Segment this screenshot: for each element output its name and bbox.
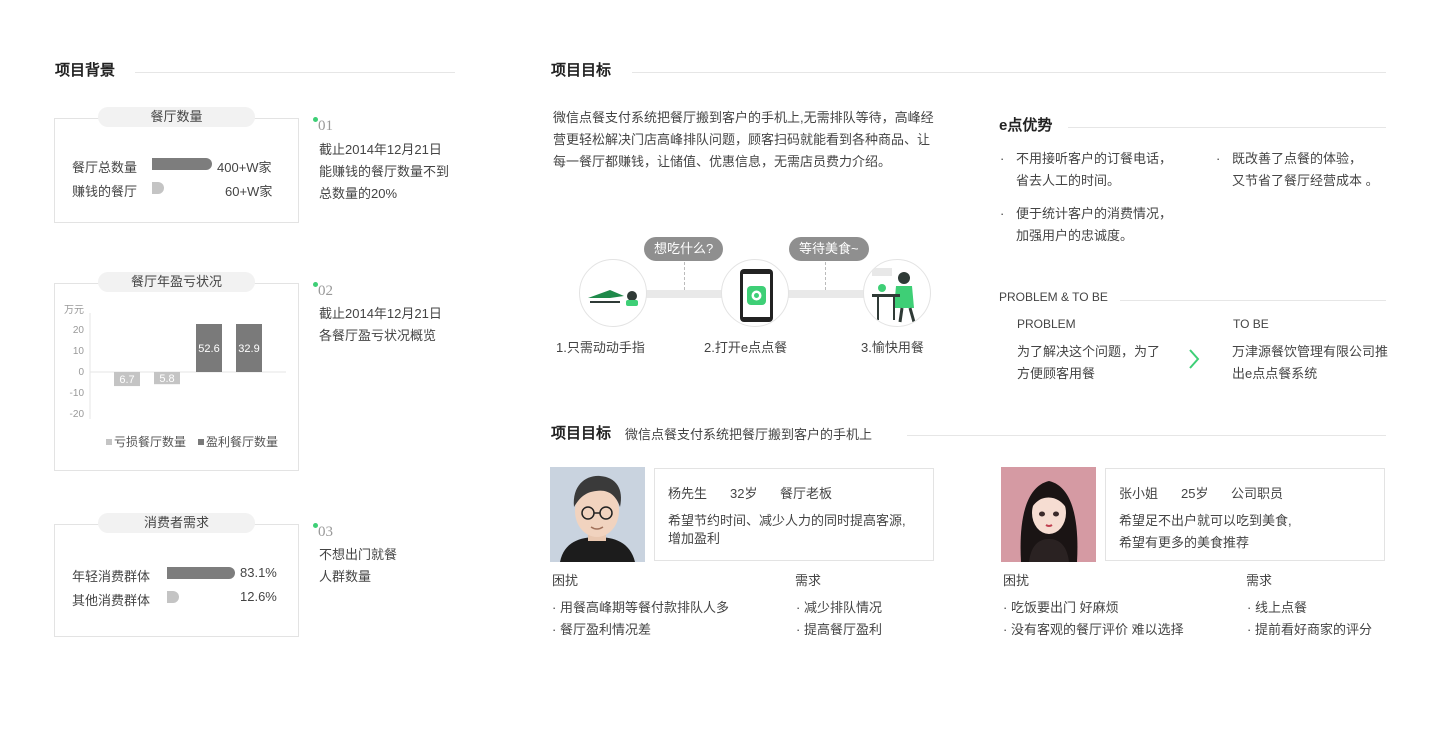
speech-bubble: 想吃什么? — [644, 237, 724, 261]
dashed-connector — [825, 262, 826, 290]
advantage-item: · 不用接听客户的订餐电话， 省去人工的时间。 — [1000, 151, 1173, 188]
problem-tobe-heading: PROBLEM & TO BE — [999, 290, 1108, 304]
y-tick-label: 0 — [78, 367, 84, 378]
bar-data-label: 52.6 — [198, 343, 219, 355]
profit-loss-chart: 万元 20 10 0 -10 -20 6.7 5.8 52.6 32.9 亏损餐厅数量 盈利餐厅数量 — [64, 305, 286, 449]
problem-text: 为了解决这个问题，为了方便顾客用餐 — [1017, 344, 1161, 381]
row-label: 餐厅总数量 — [72, 160, 138, 175]
step-label: 2.打开e点点餐 — [704, 340, 788, 355]
advantage-item: · 便于统计客户的消费情况， 加强用户的忠诚度。 — [1000, 206, 1173, 243]
dining-person-illustration — [863, 259, 931, 327]
persona-desc: 增加盈利 — [668, 531, 721, 546]
note-line: 能赚钱的餐厅数量不到 — [319, 164, 450, 179]
phone-illustration — [721, 259, 789, 327]
note-line: 截止2014年12月21日 — [319, 142, 442, 157]
other-consumer-bar — [167, 591, 179, 603]
advantage-title: e点优势 — [999, 117, 1053, 134]
profitable-restaurant-bar — [152, 182, 164, 194]
need-label: 需求 — [795, 573, 822, 588]
persona-desc: 希望足不出户就可以吃到美食, — [1119, 513, 1292, 528]
persona-job: 餐厅老板 — [780, 486, 833, 501]
advantage-item: · 既改善了点餐的体验， 又节省了餐厅经营成本 。 — [1216, 151, 1379, 188]
note-line: 人群数量 — [319, 569, 372, 584]
step-label: 1.只需动动手指 — [556, 340, 645, 355]
y-tick-label: 20 — [73, 325, 85, 336]
need-item: · 减少排队情况 — [796, 600, 882, 615]
step-label: 3.愉快用餐 — [861, 340, 924, 355]
young-consumer-bar — [167, 567, 235, 579]
persona-name: 杨先生 — [668, 486, 708, 501]
y-axis-label: 万元 — [64, 305, 84, 316]
need-item: · 线上点餐 — [1247, 600, 1307, 615]
bar-data-label: 5.8 — [159, 373, 174, 385]
row-value: 60+W家 — [225, 184, 273, 199]
background-title: 项目背景 — [55, 62, 116, 79]
divider — [1068, 127, 1386, 128]
legend-swatch — [198, 439, 204, 445]
step-number: 02 — [318, 283, 333, 299]
row-label: 赚钱的餐厅 — [72, 184, 138, 199]
step-number: 03 — [318, 524, 333, 540]
legend-label: 亏损餐厅数量 — [114, 434, 186, 449]
lying-person-illustration — [579, 259, 647, 327]
divider — [1120, 300, 1386, 301]
divider — [135, 72, 455, 73]
y-tick-label: -10 — [70, 388, 85, 399]
row-value: 83.1% — [240, 565, 277, 580]
persona-age: 25岁 — [1181, 486, 1209, 501]
need-label: 需求 — [1246, 573, 1273, 588]
legend-label: 盈利餐厅数量 — [206, 434, 278, 449]
persona-age: 32岁 — [730, 486, 758, 501]
row-label: 其他消费群体 — [72, 593, 151, 608]
persona-job: 公司职员 — [1231, 486, 1284, 501]
divider — [907, 435, 1386, 436]
pain-label: 困扰 — [552, 573, 579, 588]
speech-bubble: 等待美食~ — [789, 237, 869, 261]
bar-data-label: 32.9 — [238, 343, 259, 355]
avatar — [550, 467, 645, 562]
goal-intro: 微信点餐支付系统把餐厅搬到客户的手机上,无需排队等待，高峰经营更轻松解决门店高峰… — [553, 110, 934, 169]
persona-desc: 希望有更多的美食推荐 — [1119, 535, 1250, 550]
personas-title: 项目目标 — [551, 425, 612, 442]
tobe-text: 万津源餐饮管理有限公司推出e点点餐系统 — [1232, 344, 1389, 381]
consumer-pill: 消费者需求 — [98, 513, 255, 533]
personas-subtitle: 微信点餐支付系统把餐厅搬到客户的手机上 — [625, 427, 873, 442]
pain-item: · 吃饭要出门 好麻烦 — [1003, 600, 1119, 615]
note-line: 各餐厅盈亏状况概览 — [319, 328, 437, 343]
chevron-right-icon — [1188, 348, 1200, 373]
legend-swatch — [106, 439, 112, 445]
restaurant-count-pill: 餐厅数量 — [98, 107, 255, 127]
total-restaurant-bar — [152, 158, 212, 170]
y-tick-label: -20 — [70, 409, 85, 420]
problem-label: PROBLEM — [1017, 317, 1076, 331]
need-item: · 提高餐厅盈利 — [796, 622, 882, 637]
pain-item: · 没有客观的餐厅评价 难以选择 — [1003, 622, 1184, 637]
note-line: 总数量的20% — [319, 186, 398, 201]
tobe-label: TO BE — [1233, 317, 1269, 331]
need-item: · 提前看好商家的评分 — [1247, 622, 1372, 637]
bar-data-label: 6.7 — [119, 374, 134, 386]
note-line: 截止2014年12月21日 — [319, 306, 442, 321]
pain-item: · 用餐高峰期等餐付款排队人多 — [552, 600, 729, 615]
pain-label: 困扰 — [1003, 573, 1030, 588]
step-number: 01 — [318, 118, 333, 134]
dashed-connector — [684, 262, 685, 290]
divider — [632, 72, 1386, 73]
pain-item: · 餐厅盈利情况差 — [552, 622, 651, 637]
persona-name: 张小姐 — [1119, 486, 1159, 501]
row-value: 12.6% — [240, 589, 277, 604]
row-label: 年轻消费群体 — [72, 569, 151, 584]
goal-title: 项目目标 — [551, 62, 612, 79]
row-value: 400+W家 — [217, 160, 272, 175]
note-line: 不想出门就餐 — [319, 547, 398, 562]
y-tick-label: 10 — [73, 346, 85, 357]
avatar — [1001, 467, 1096, 562]
